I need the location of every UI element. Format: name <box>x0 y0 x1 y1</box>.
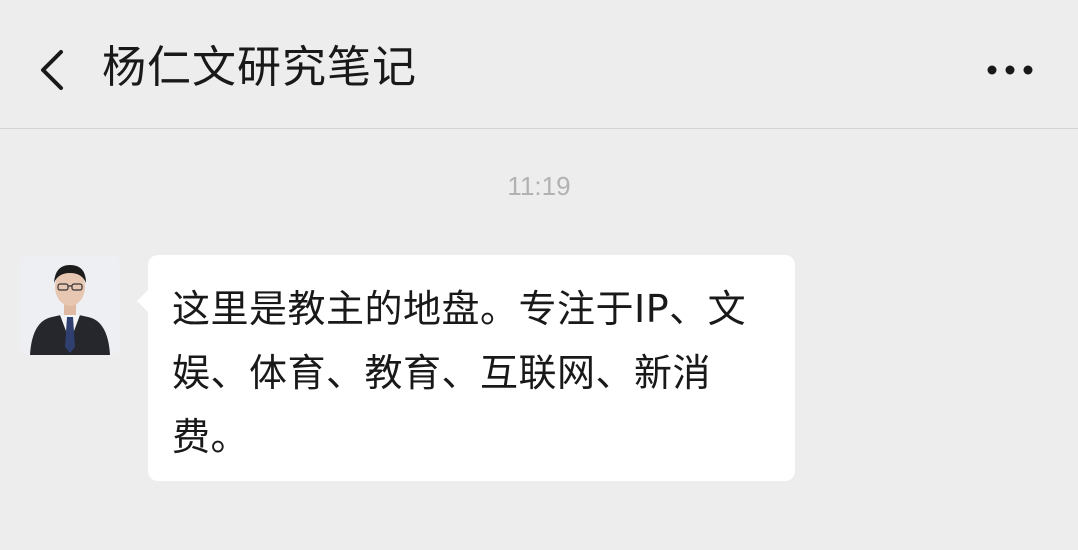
back-button[interactable] <box>22 38 82 102</box>
bubble-tail <box>137 289 149 313</box>
message-text: 这里是教主的地盘。专注于IP、文娱、体育、教育、互联网、新消费。 <box>172 287 747 459</box>
more-button[interactable] <box>978 46 1042 94</box>
chevron-left-icon <box>37 48 67 92</box>
navigation-bar: 杨仁文研究笔记 <box>0 0 1078 129</box>
message-timestamp: 11:19 <box>507 171 571 201</box>
message-bubble[interactable]: 这里是教主的地盘。专注于IP、文娱、体育、教育、互联网、新消费。 <box>137 255 795 481</box>
avatar[interactable] <box>20 255 120 355</box>
more-horizontal-icon <box>986 64 1034 76</box>
chat-title: 杨仁文研究笔记 <box>102 42 417 93</box>
